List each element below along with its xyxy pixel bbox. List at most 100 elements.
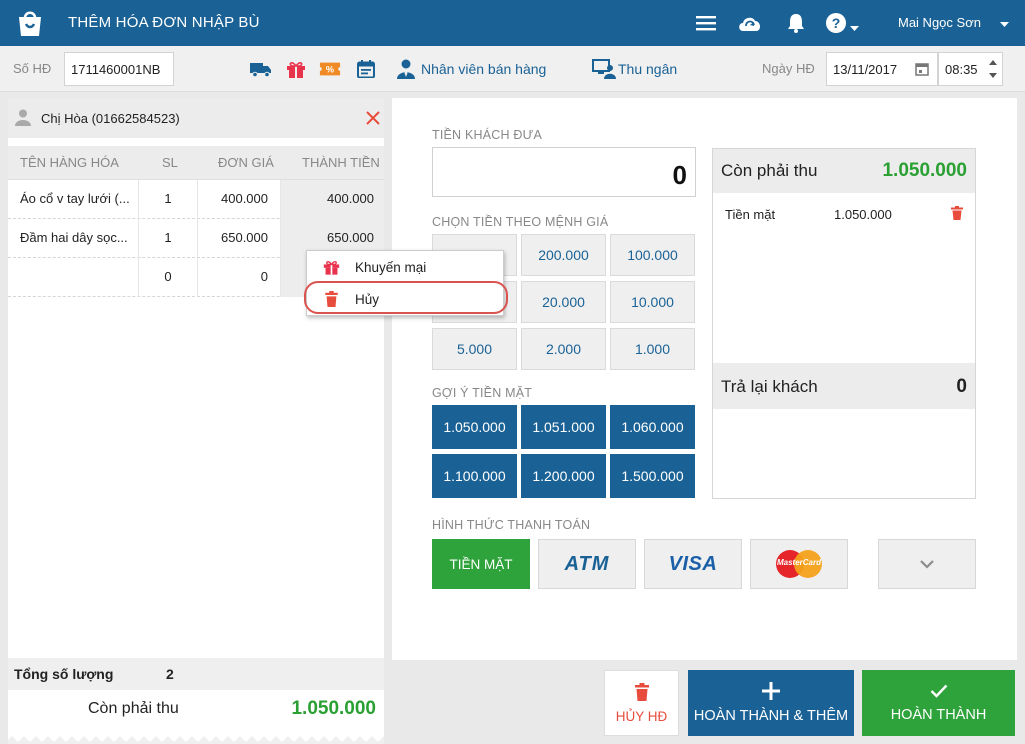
atm-method-button[interactable]: ATM <box>538 539 636 589</box>
amount-due-box: Còn phải thu 1.050.000 <box>8 690 384 734</box>
payment-method-label: HÌNH THỨC THANH TOÁN <box>432 518 591 532</box>
row-line-total: 400.000 <box>281 180 384 219</box>
denomination-label: CHỌN TIỀN THEO MỆNH GIÁ <box>432 215 609 229</box>
denomination-button[interactable]: 1.000 <box>610 328 695 370</box>
remove-customer-close-icon[interactable] <box>365 110 381 129</box>
finish-button[interactable]: HOÀN THÀNH <box>862 670 1015 736</box>
invoice-toolbar: Số HĐ 1711460001NB % Nhân viên bán hàng … <box>0 46 1025 92</box>
cash-method-button[interactable]: TIỀN MẶT <box>432 539 530 589</box>
row-product-name: Áo cổ v tay lưới (... <box>8 180 139 219</box>
items-table-header: TÊN HÀNG HÓA SL ĐƠN GIÁ THÀNH TIỀN <box>8 146 384 180</box>
denomination-button[interactable]: 2.000 <box>521 328 606 370</box>
col-product-name: TÊN HÀNG HÓA <box>20 155 119 170</box>
gift-icon[interactable] <box>285 59 307 79</box>
denomination-button[interactable]: 5.000 <box>432 328 517 370</box>
app-header: THÊM HÓA ĐƠN NHẬP BÙ ? Mai Ngọc Sơn <box>0 0 1025 46</box>
cash-suggestion-button[interactable]: 1.200.000 <box>521 454 606 498</box>
user-name[interactable]: Mai Ngọc Sơn <box>898 15 981 30</box>
invoice-no-input[interactable]: 1711460001NB <box>64 52 174 86</box>
customer-person-icon <box>15 109 31 129</box>
payment-line-method: Tiền mặt <box>725 207 776 222</box>
menu-icon[interactable] <box>693 10 719 36</box>
denomination-button[interactable]: 100.000 <box>610 234 695 276</box>
cancel-invoice-button[interactable]: HỦY HĐ <box>604 670 679 736</box>
customer-name: Chị Hòa (01662584523) <box>41 111 180 126</box>
row-quantity[interactable]: 0 <box>139 258 198 297</box>
finish-and-add-button[interactable]: HOÀN THÀNH & THÊM <box>688 670 854 736</box>
invoice-date-label: Ngày HĐ <box>762 61 815 76</box>
svg-text:?: ? <box>832 15 841 31</box>
change-label: Trả lại khách <box>721 377 818 396</box>
summary-due-value: 1.050.000 <box>882 160 967 181</box>
page-title: THÊM HÓA ĐƠN NHẬP BÙ <box>68 14 260 31</box>
denomination-button[interactable]: 10.000 <box>610 281 695 323</box>
row-quantity[interactable]: 1 <box>139 180 198 219</box>
change-value: 0 <box>956 376 967 397</box>
row-unit-price[interactable]: 400.000 <box>198 180 281 219</box>
invoice-date-input[interactable]: 13/11/2017 <box>826 52 938 86</box>
amount-due-label: Còn phải thu <box>88 700 179 717</box>
user-caret-icon[interactable] <box>1000 16 1010 27</box>
more-methods-button[interactable] <box>878 539 976 589</box>
sales-staff-selector[interactable]: Nhân viên bán hàng <box>421 61 546 77</box>
cashier-selector[interactable]: Thu ngân <box>618 61 677 77</box>
col-unit-price: ĐƠN GIÁ <box>218 155 274 170</box>
help-caret-icon[interactable] <box>850 20 859 35</box>
help-icon[interactable]: ? <box>823 10 849 36</box>
row-unit-price[interactable]: 0 <box>198 258 281 297</box>
cash-suggestion-button[interactable]: 1.050.000 <box>432 405 517 449</box>
cashier-icon[interactable] <box>592 59 616 82</box>
cloud-sync-icon[interactable] <box>737 10 763 36</box>
total-quantity-label: Tổng số lượng <box>14 666 114 682</box>
invoice-time-input[interactable]: 08:35 <box>938 52 1003 86</box>
mastercard-label: MasterCard <box>776 558 821 567</box>
svg-text:%: % <box>326 65 334 75</box>
date-picker-icon[interactable] <box>915 62 929 79</box>
col-quantity: SL <box>162 155 178 170</box>
cash-suggestion-button[interactable]: 1.060.000 <box>610 405 695 449</box>
finish-label: HOÀN THÀNH <box>890 706 987 723</box>
payment-summary-card: Còn phải thu 1.050.000 Tiền mặt 1.050.00… <box>712 148 976 499</box>
visa-method-button[interactable]: VISA <box>644 539 742 589</box>
checkmark-icon <box>930 684 947 698</box>
cash-suggestion-button[interactable]: 1.500.000 <box>610 454 695 498</box>
voucher-icon[interactable]: % <box>319 59 341 79</box>
context-menu-item-promotion[interactable]: Khuyến mại <box>307 251 505 283</box>
visa-logo-icon: VISA <box>668 552 718 575</box>
mastercard-method-button[interactable]: MasterCard <box>750 539 848 589</box>
row-quantity[interactable]: 1 <box>139 219 198 258</box>
customer-row[interactable]: Chị Hòa (01662584523) <box>8 98 384 138</box>
highlight-ring <box>304 281 508 314</box>
cancel-invoice-label: HỦY HĐ <box>615 708 668 724</box>
gift-icon <box>307 259 355 275</box>
cash-suggestion-label: GỢI Ý TIỀN MẶT <box>432 386 533 400</box>
change-row: Trả lại khách 0 <box>713 363 975 409</box>
delivery-truck-icon[interactable] <box>250 59 272 79</box>
row-product-name[interactable] <box>8 258 139 297</box>
finish-and-add-label: HOÀN THÀNH & THÊM <box>693 708 849 724</box>
row-product-name: Đầm hai dây sọc... <box>8 219 139 258</box>
time-spinner-icon[interactable] <box>989 59 997 82</box>
notification-bell-icon[interactable] <box>783 10 809 36</box>
remove-payment-trash-icon[interactable] <box>951 206 963 223</box>
trash-icon <box>634 682 649 701</box>
invoice-no-label: Số HĐ <box>13 61 52 76</box>
denomination-button[interactable]: 200.000 <box>521 234 606 276</box>
sales-staff-icon[interactable] <box>397 59 415 82</box>
invoice-date-value: 13/11/2017 <box>833 61 898 77</box>
cash-given-value: 0 <box>672 160 687 190</box>
chevron-down-icon <box>920 559 934 569</box>
cash-suggestion-button[interactable]: 1.100.000 <box>432 454 517 498</box>
receipt-edge <box>8 730 384 744</box>
total-quantity-value: 2 <box>166 666 174 682</box>
summary-due-label: Còn phải thu <box>721 161 818 180</box>
plus-icon <box>762 682 780 700</box>
promotion-label: Khuyến mại <box>355 259 427 275</box>
amount-due-value: 1.050.000 <box>291 698 376 719</box>
row-unit-price[interactable]: 650.000 <box>198 219 281 258</box>
cash-given-input[interactable]: 0 <box>432 147 696 197</box>
calendar-icon[interactable] <box>355 59 377 79</box>
table-row[interactable]: Áo cổ v tay lưới (... 1 400.000 400.000 <box>8 180 384 219</box>
denomination-button[interactable]: 20.000 <box>521 281 606 323</box>
cash-suggestion-button[interactable]: 1.051.000 <box>521 405 606 449</box>
